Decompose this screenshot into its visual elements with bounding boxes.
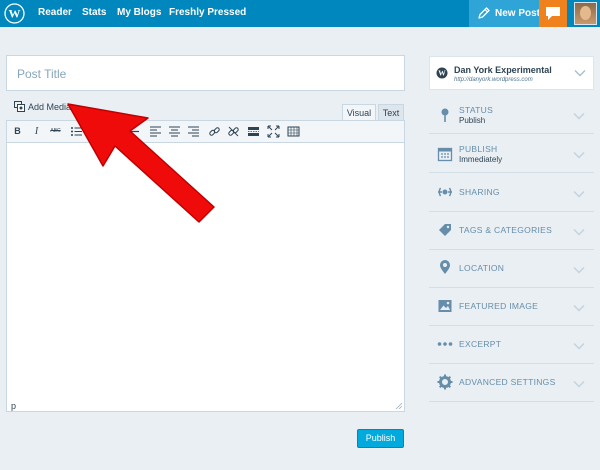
chevron-down-icon: [573, 191, 585, 198]
chevron-down-icon: [573, 152, 585, 159]
post-title-input[interactable]: Post Title: [6, 55, 405, 91]
publish-button[interactable]: Publish: [357, 429, 404, 448]
notifications-button[interactable]: [539, 0, 567, 27]
read-more-icon[interactable]: [247, 125, 260, 138]
sidebar-item-location[interactable]: LOCATION: [429, 250, 594, 288]
editor-path-status: p: [11, 401, 17, 411]
sidebar-item-label: FEATURED IMAGE: [459, 301, 539, 311]
site-name: Dan York Experimental: [454, 65, 552, 75]
strikethrough-icon[interactable]: ABC: [49, 125, 62, 138]
svg-text:W: W: [438, 69, 446, 78]
editor-toolbar: B I ABC: [7, 121, 404, 143]
sharing-icon: [438, 187, 452, 197]
site-selector[interactable]: W Dan York Experimental http://danyork.w…: [429, 56, 594, 90]
italic-icon[interactable]: I: [30, 125, 43, 138]
content-editor[interactable]: B I ABC p: [6, 120, 405, 412]
chevron-down-icon: [573, 305, 585, 312]
sidebar-item-featured-image[interactable]: FEATURED IMAGE: [429, 288, 594, 326]
numbered-list-icon[interactable]: [89, 125, 102, 138]
chevron-down-icon: [574, 70, 586, 77]
site-url: http://danyork.wordpress.com: [454, 77, 533, 83]
tab-text[interactable]: Text: [378, 104, 404, 120]
nav-stats[interactable]: Stats: [82, 7, 106, 18]
nav-my-blogs[interactable]: My Blogs: [117, 7, 161, 18]
sidebar-item-sharing[interactable]: SHARING: [429, 174, 594, 212]
sidebar-item-value: Immediately: [459, 155, 503, 164]
insert-link-icon[interactable]: [208, 125, 221, 138]
gear-icon: [437, 374, 453, 390]
add-media-icon: [14, 101, 25, 112]
sidebar-item-publish[interactable]: PUBLISH Immediately: [429, 135, 594, 173]
toolbar-toggle-icon[interactable]: [287, 125, 300, 138]
resize-handle-icon[interactable]: [395, 402, 402, 409]
sidebar-item-value: Publish: [459, 116, 486, 125]
horizontal-line-icon[interactable]: [127, 125, 140, 138]
sidebar-item-status[interactable]: STATUS Publish: [429, 96, 594, 134]
bulleted-list-icon[interactable]: [70, 125, 83, 138]
avatar-face: [580, 6, 591, 20]
nav-reader[interactable]: Reader: [38, 7, 72, 18]
post-title-placeholder: Post Title: [17, 67, 67, 81]
pin-icon: [441, 108, 449, 122]
chevron-down-icon: [573, 381, 585, 388]
tag-icon: [439, 224, 451, 236]
chevron-down-icon: [573, 267, 585, 274]
sidebar-item-label: ADVANCED SETTINGS: [459, 377, 556, 387]
sidebar-item-label: PUBLISH: [459, 144, 498, 154]
remove-link-icon[interactable]: [227, 125, 240, 138]
notifications-icon: [546, 7, 560, 20]
avatar[interactable]: [574, 2, 597, 25]
wordpress-site-icon: W: [436, 67, 448, 79]
nav-freshly-pressed[interactable]: Freshly Pressed: [169, 7, 246, 18]
align-left-icon[interactable]: [149, 125, 162, 138]
add-media-label: Add Media: [28, 102, 72, 112]
fullscreen-icon[interactable]: [267, 125, 280, 138]
new-post-button[interactable]: New Post: [469, 0, 541, 27]
chevron-down-icon: [573, 229, 585, 236]
pencil-icon: [478, 7, 490, 19]
sidebar-item-tags-categories[interactable]: TAGS & CATEGORIES: [429, 212, 594, 250]
tab-visual[interactable]: Visual: [342, 104, 376, 120]
blockquote-icon[interactable]: [108, 125, 121, 138]
sidebar-item-label: STATUS: [459, 105, 494, 115]
ellipsis-icon: [437, 342, 453, 346]
new-post-label: New Post: [495, 8, 541, 19]
chevron-down-icon: [573, 113, 585, 120]
sidebar-item-excerpt[interactable]: EXCERPT: [429, 326, 594, 364]
bold-icon[interactable]: B: [11, 125, 24, 138]
location-icon: [440, 260, 450, 274]
align-center-icon[interactable]: [168, 125, 181, 138]
sidebar-item-label: EXCERPT: [459, 339, 502, 349]
wordpress-logo-icon[interactable]: W: [4, 3, 25, 24]
align-right-icon[interactable]: [187, 125, 200, 138]
sidebar-item-label: LOCATION: [459, 263, 505, 273]
sidebar-item-advanced-settings[interactable]: ADVANCED SETTINGS: [429, 364, 594, 402]
svg-text:W: W: [9, 7, 21, 21]
calendar-icon: [437, 147, 453, 162]
sidebar-item-label: TAGS & CATEGORIES: [459, 225, 553, 235]
sidebar-item-label: SHARING: [459, 187, 500, 197]
chevron-down-icon: [573, 343, 585, 350]
image-icon: [438, 300, 452, 312]
masterbar: W Reader Stats My Blogs Freshly Pressed …: [0, 0, 600, 27]
